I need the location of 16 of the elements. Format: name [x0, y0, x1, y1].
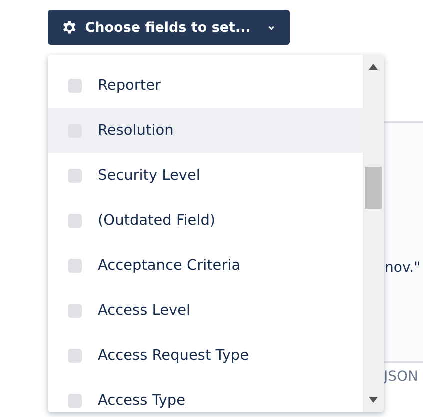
choose-fields-button[interactable]: Choose fields to set...	[48, 10, 290, 45]
field-option[interactable]: Resolution	[48, 108, 363, 153]
checkbox[interactable]	[68, 304, 82, 318]
checkbox[interactable]	[68, 394, 82, 408]
checkbox[interactable]	[68, 168, 82, 182]
checkbox[interactable]	[68, 348, 82, 362]
footer-text: JSON	[384, 369, 420, 385]
field-option[interactable]: Access Type	[48, 378, 363, 412]
checkbox[interactable]	[68, 258, 82, 272]
scroll-up-icon[interactable]	[369, 64, 378, 70]
checkbox[interactable]	[68, 214, 82, 228]
scroll-down-icon[interactable]	[369, 397, 378, 403]
checkbox[interactable]	[68, 78, 82, 92]
scrollbar-thumb[interactable]	[365, 167, 382, 209]
quote-text: nov."	[384, 259, 422, 276]
scrollbar[interactable]	[363, 55, 384, 412]
